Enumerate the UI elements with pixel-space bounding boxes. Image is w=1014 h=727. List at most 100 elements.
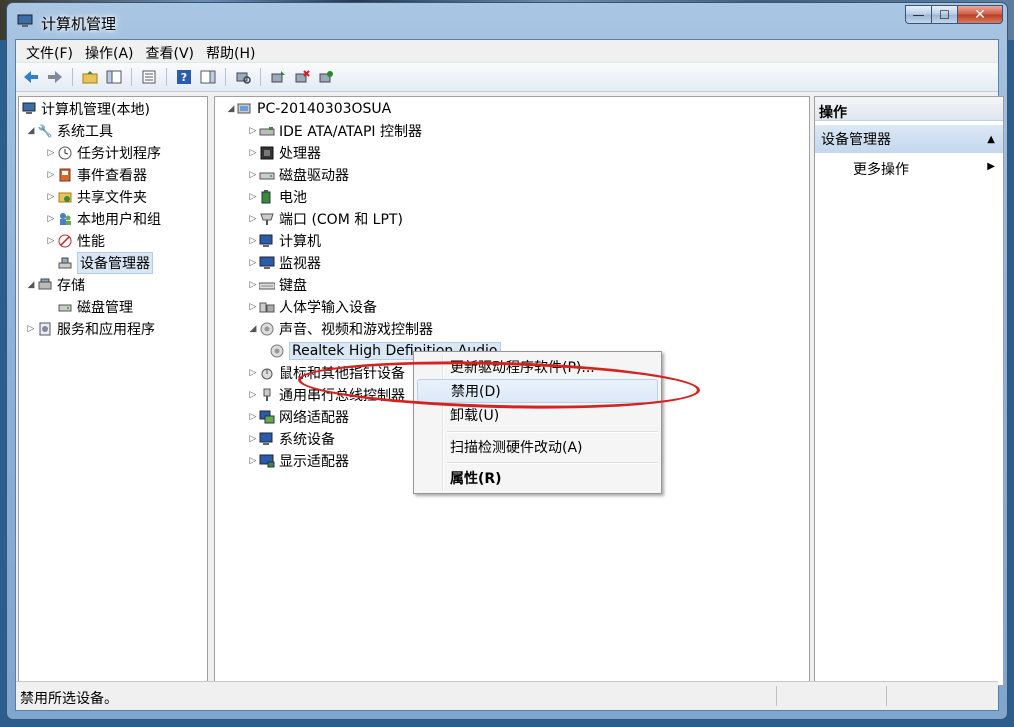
tree-item-storage[interactable]: ◢ 存储 bbox=[25, 274, 85, 296]
status-bar: 禁用所选设备。 bbox=[16, 681, 998, 710]
scan-hardware-icon[interactable] bbox=[232, 66, 254, 88]
expand-arrow-icon[interactable]: ▷ bbox=[247, 258, 259, 268]
device-tree-root[interactable]: ◢ PC-20140303OSUA bbox=[225, 98, 392, 120]
menu-scan-hardware[interactable]: 扫描检测硬件改动(A) bbox=[417, 435, 658, 459]
device-category-display[interactable]: ▷ 显示适配器 bbox=[247, 450, 349, 472]
device-category-network[interactable]: ▷ 网络适配器 bbox=[247, 406, 349, 428]
tree-item-services-apps[interactable]: ▷ 服务和应用程序 bbox=[25, 318, 155, 340]
device-category-system[interactable]: ▷ 系统设备 bbox=[247, 428, 335, 450]
tree-item-system-tools[interactable]: ◢ 🔧 系统工具 bbox=[25, 120, 113, 142]
expand-arrow-icon[interactable]: ▷ bbox=[247, 148, 259, 158]
expand-arrow-icon[interactable]: ▷ bbox=[45, 214, 57, 224]
expand-arrow-icon[interactable]: ▷ bbox=[45, 192, 57, 202]
tree-item-device-manager[interactable]: 设备管理器 bbox=[57, 252, 153, 274]
menu-help[interactable]: 帮助(H) bbox=[200, 40, 261, 62]
mouse-icon bbox=[259, 365, 275, 381]
device-category-ports[interactable]: ▷ 端口 (COM 和 LPT) bbox=[247, 208, 403, 230]
device-category-monitors[interactable]: ▷ 监视器 bbox=[247, 252, 321, 274]
submenu-arrow-icon[interactable]: ▶ bbox=[987, 161, 995, 172]
tree-root[interactable]: 计算机管理(本地) bbox=[21, 98, 150, 120]
svg-text:?: ? bbox=[181, 71, 187, 84]
device-category-processor[interactable]: ▷ 处理器 bbox=[247, 142, 321, 164]
device-category-computer[interactable]: ▷ 计算机 bbox=[247, 230, 321, 252]
collapse-arrow-icon[interactable]: ◢ bbox=[225, 104, 237, 114]
device-category-battery[interactable]: ▷ 电池 bbox=[247, 186, 307, 208]
forward-icon[interactable] bbox=[44, 66, 66, 88]
toolbar-separator bbox=[131, 68, 132, 86]
collapse-arrow-icon[interactable]: ◢ bbox=[247, 324, 259, 334]
expand-arrow-icon[interactable]: ▷ bbox=[247, 412, 259, 422]
menu-view[interactable]: 查看(V) bbox=[140, 40, 201, 62]
collapse-arrow-icon[interactable]: ◢ bbox=[25, 280, 37, 290]
collapse-arrow-icon[interactable]: ◢ bbox=[25, 126, 37, 136]
enable-device-icon[interactable] bbox=[315, 66, 337, 88]
show-action-pane-icon[interactable] bbox=[197, 66, 219, 88]
expand-arrow-icon[interactable]: ▷ bbox=[45, 170, 57, 180]
uninstall-icon[interactable] bbox=[291, 66, 313, 88]
device-category-hid[interactable]: ▷ 人体学输入设备 bbox=[247, 296, 377, 318]
expand-arrow-icon[interactable]: ▷ bbox=[247, 434, 259, 444]
expand-arrow-icon[interactable]: ▷ bbox=[247, 126, 259, 136]
toolbar: ? bbox=[16, 62, 998, 92]
close-button[interactable]: ✕ bbox=[957, 5, 1003, 24]
device-tree-root-label: PC-20140303OSUA bbox=[257, 101, 392, 117]
menu-action[interactable]: 操作(A) bbox=[79, 40, 140, 62]
device-category-disk-drives[interactable]: ▷ 磁盘驱动器 bbox=[247, 164, 349, 186]
expand-arrow-icon[interactable]: ▷ bbox=[45, 148, 57, 158]
toolbar-separator bbox=[166, 68, 167, 86]
expand-arrow-icon[interactable]: ▷ bbox=[247, 192, 259, 202]
tree-item-disk-management[interactable]: 磁盘管理 bbox=[57, 296, 133, 318]
disk-drive-icon bbox=[259, 167, 275, 183]
title-bar[interactable]: 计算机管理 — ☐ ✕ bbox=[7, 3, 1007, 39]
expand-arrow-icon[interactable]: ▷ bbox=[45, 236, 57, 246]
monitor-icon bbox=[259, 255, 275, 271]
menu-properties[interactable]: 属性(R) bbox=[417, 466, 658, 490]
tree-root-label: 计算机管理(本地) bbox=[41, 102, 150, 118]
update-driver-icon[interactable] bbox=[267, 66, 289, 88]
expand-arrow-icon[interactable]: ▷ bbox=[247, 302, 259, 312]
device-category-sound[interactable]: ◢ 声音、视频和游戏控制器 bbox=[247, 318, 433, 340]
services-icon bbox=[37, 321, 53, 337]
device-category-ide[interactable]: ▷ IDE ATA/ATAPI 控制器 bbox=[247, 120, 422, 142]
computer-icon bbox=[259, 233, 275, 249]
device-category-keyboards[interactable]: ▷ 键盘 bbox=[247, 274, 307, 296]
more-actions-item[interactable]: 更多操作 bbox=[853, 159, 909, 179]
tree-item-local-users[interactable]: ▷ 本地用户和组 bbox=[45, 208, 161, 230]
expand-arrow-icon[interactable]: ▷ bbox=[247, 280, 259, 290]
device-category-label: 处理器 bbox=[279, 146, 321, 162]
console-tree-pane: 计算机管理(本地) ◢ 🔧 系统工具 ▷ 任务计划程序 ▷ 事件查看器 ▷ 共享… bbox=[18, 96, 208, 686]
back-icon[interactable] bbox=[20, 66, 42, 88]
tree-item-task-scheduler[interactable]: ▷ 任务计划程序 bbox=[45, 142, 161, 164]
keyboard-icon bbox=[259, 277, 275, 293]
tree-item-performance[interactable]: ▷ 性能 bbox=[45, 230, 105, 252]
expand-arrow-icon[interactable]: ▷ bbox=[247, 236, 259, 246]
expand-arrow-icon[interactable]: ▷ bbox=[25, 324, 37, 334]
disk-icon bbox=[57, 299, 73, 315]
properties-icon[interactable] bbox=[138, 66, 160, 88]
expand-arrow-icon[interactable]: ▷ bbox=[247, 368, 259, 378]
help-icon[interactable]: ? bbox=[173, 66, 195, 88]
actions-group-label: 设备管理器 bbox=[821, 132, 891, 148]
menu-file[interactable]: 文件(F) bbox=[20, 40, 79, 62]
speaker-icon bbox=[259, 321, 275, 337]
tools-icon: 🔧 bbox=[37, 124, 53, 138]
usb-icon bbox=[259, 387, 275, 403]
expand-arrow-icon[interactable]: ▷ bbox=[247, 170, 259, 180]
actions-group-device-manager[interactable]: 设备管理器 ▲ bbox=[815, 125, 1003, 153]
minimize-button[interactable]: — bbox=[905, 5, 931, 24]
expand-arrow-icon[interactable]: ▷ bbox=[247, 456, 259, 466]
up-folder-icon[interactable] bbox=[79, 66, 101, 88]
tree-item-shared-folders[interactable]: ▷ 共享文件夹 bbox=[45, 186, 147, 208]
status-divider bbox=[886, 686, 887, 706]
menu-separator bbox=[447, 431, 658, 433]
expand-arrow-icon[interactable]: ▷ bbox=[247, 390, 259, 400]
expand-arrow-icon[interactable]: ▷ bbox=[247, 214, 259, 224]
tree-item-event-viewer[interactable]: ▷ 事件查看器 bbox=[45, 164, 147, 186]
port-icon bbox=[259, 211, 275, 227]
tree-item-label: 性能 bbox=[77, 234, 105, 250]
collapse-triangle-icon[interactable]: ▲ bbox=[987, 134, 995, 145]
maximize-button[interactable]: ☐ bbox=[931, 5, 957, 24]
shared-folder-icon bbox=[57, 189, 73, 205]
event-viewer-icon bbox=[57, 167, 73, 183]
show-hide-tree-icon[interactable] bbox=[103, 66, 125, 88]
